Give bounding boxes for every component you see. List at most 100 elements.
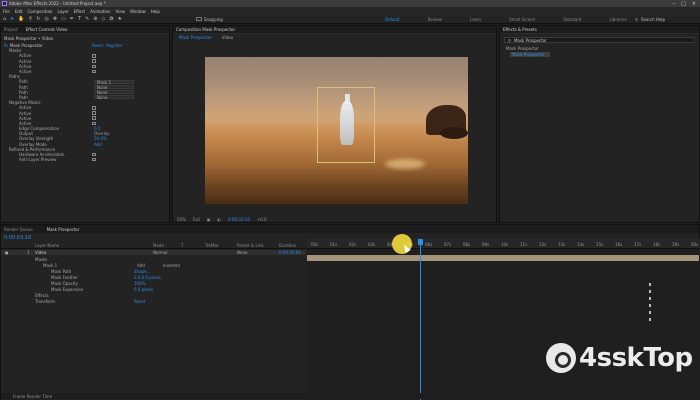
- keyframe-marker[interactable]: [649, 297, 651, 300]
- comp-subtab-video[interactable]: Video: [222, 35, 233, 40]
- workspace-libraries[interactable]: Libraries: [609, 17, 626, 22]
- close-icon[interactable]: ×: [692, 1, 696, 7]
- timeline-property-row[interactable]: Effects: [1, 293, 306, 298]
- rectangle-tool-icon[interactable]: ▭: [61, 16, 66, 22]
- timeline-property-value[interactable]: 0.0 pixels: [134, 287, 153, 292]
- layer-name[interactable]: Video: [35, 250, 46, 255]
- menu-edit[interactable]: Edit: [15, 9, 23, 14]
- col-layer-name[interactable]: Layer Name: [35, 243, 59, 248]
- effect-dropdown[interactable]: None: [94, 95, 134, 100]
- timeline-property-row[interactable]: Masks: [1, 257, 306, 262]
- playhead-line[interactable]: [420, 245, 421, 400]
- brush-tool-icon[interactable]: ✎: [85, 16, 89, 22]
- col-mode[interactable]: Mode: [153, 243, 164, 248]
- maximize-icon[interactable]: □: [681, 1, 686, 7]
- exposure-value[interactable]: +0.0: [257, 217, 267, 222]
- eraser-tool-icon[interactable]: ◇: [101, 16, 105, 22]
- hand-tool-icon[interactable]: ✋: [18, 16, 24, 22]
- timeline-property-row[interactable]: Mask Path Shape...: [1, 269, 306, 274]
- menu-effect[interactable]: Effect: [74, 9, 86, 14]
- menu-window[interactable]: Window: [130, 9, 146, 14]
- timeline-graph[interactable]: 00s01s02s03s04s05s06s07s08s09s10s11s12s1…: [307, 238, 700, 400]
- roto-tool-icon[interactable]: ✿: [109, 16, 113, 22]
- pen-tool-icon[interactable]: ✒: [70, 16, 74, 22]
- timeline-timecode[interactable]: 0:00:03:16: [4, 235, 31, 241]
- workspace-small-screen[interactable]: Small Screen: [509, 17, 535, 22]
- keyframe-marker[interactable]: [649, 304, 651, 307]
- col-duration[interactable]: Duration: [279, 243, 296, 248]
- tab-effects-presets[interactable]: Effects & Presets: [503, 27, 537, 32]
- effect-checkbox[interactable]: [92, 59, 96, 63]
- composition-viewer[interactable]: [205, 57, 468, 204]
- effect-property-row[interactable]: Anti-Layer Preview: [1, 157, 169, 162]
- menu-file[interactable]: File: [3, 9, 10, 14]
- layer-mode[interactable]: Normal: [153, 250, 167, 255]
- layer-duration-bar[interactable]: [307, 255, 699, 261]
- menu-view[interactable]: View: [116, 9, 126, 14]
- workspace-standard[interactable]: Standard: [563, 17, 581, 22]
- timeline-property-row[interactable]: Mask Feather 0.0,0.0 pixels: [1, 275, 306, 280]
- visibility-eye-icon[interactable]: ●: [5, 250, 9, 255]
- selection-tool-icon[interactable]: ➤: [10, 16, 14, 22]
- pan-behind-tool-icon[interactable]: ✥: [53, 16, 57, 22]
- timeline-property-value[interactable]: 0.0,0.0 pixels: [134, 275, 161, 280]
- layer-row[interactable]: ● 1 Video Normal None 0:00:05:00: [1, 250, 306, 255]
- effect-checkbox[interactable]: [92, 157, 96, 162]
- mask-mode[interactable]: Add: [137, 263, 145, 268]
- keyframe-marker[interactable]: [649, 311, 651, 314]
- effect-checkbox[interactable]: [92, 152, 96, 157]
- layer-parent[interactable]: None: [237, 250, 247, 255]
- resolution-select[interactable]: Full: [193, 217, 200, 222]
- col-t[interactable]: T: [181, 243, 183, 248]
- zoom-tool-icon[interactable]: ⚲: [29, 16, 33, 22]
- comp-subtab-mask-prospector[interactable]: Mask Prospector: [179, 35, 212, 40]
- effect-checkbox[interactable]: [92, 69, 96, 74]
- timeline-property-row[interactable]: Mask Opacity 100%: [1, 281, 306, 286]
- layer-duration[interactable]: 0:00:05:00: [279, 250, 301, 255]
- camera-snapshot-icon[interactable]: ▣: [207, 217, 211, 222]
- time-ruler[interactable]: 00s01s02s03s04s05s06s07s08s09s10s11s12s1…: [307, 238, 700, 249]
- menu-help[interactable]: Help: [151, 9, 160, 14]
- comp-timecode[interactable]: 0:00:03:16: [228, 217, 250, 222]
- effect-checkbox[interactable]: [92, 106, 96, 110]
- puppet-tool-icon[interactable]: ★: [118, 16, 122, 22]
- effect-checkbox[interactable]: [92, 64, 96, 69]
- rotate-tool-icon[interactable]: ↻: [36, 16, 40, 22]
- snapping-toggle[interactable]: Snapping: [196, 17, 223, 22]
- menu-layer[interactable]: Layer: [57, 9, 68, 14]
- timeline-property-row[interactable]: Mask 1 Add Inverted: [1, 263, 306, 268]
- col-trkmat[interactable]: TrkMat: [205, 243, 218, 248]
- effect-checkbox[interactable]: [92, 121, 96, 126]
- home-icon[interactable]: ⌂: [3, 16, 6, 22]
- clone-tool-icon[interactable]: ⊕: [93, 16, 97, 22]
- timeline-property-value[interactable]: Shape...: [134, 269, 150, 274]
- timeline-property-row[interactable]: Transform Reset: [1, 299, 306, 304]
- effect-dropdown[interactable]: None: [94, 85, 134, 90]
- tab-timeline[interactable]: Mask Prospector: [47, 227, 80, 232]
- effects-search[interactable]: ⚲ Mask Prospector: [504, 37, 695, 43]
- effect-checkbox[interactable]: [92, 116, 96, 120]
- search-help[interactable]: ⚲ Search Help: [635, 17, 665, 22]
- keyframe-marker[interactable]: [649, 283, 651, 286]
- timeline-property-value[interactable]: 100%: [134, 281, 145, 286]
- col-parent[interactable]: Parent & Link: [237, 243, 264, 248]
- keyframe-marker[interactable]: [649, 318, 651, 321]
- mask-inverted[interactable]: Inverted: [163, 263, 180, 268]
- effect-checkbox[interactable]: [92, 111, 96, 115]
- tab-composition[interactable]: Composition Mask Prospector: [176, 27, 235, 32]
- effect-dropdown[interactable]: None: [94, 90, 134, 95]
- keyframe-marker[interactable]: [649, 290, 651, 293]
- timeline-property-row[interactable]: Mask Expansion 0.0 pixels: [1, 287, 306, 292]
- mask-outline[interactable]: [317, 87, 375, 163]
- timeline-property-value[interactable]: Reset: [134, 299, 145, 304]
- workspace-review[interactable]: Review: [428, 17, 442, 22]
- tree-folder[interactable]: Mask Prospector: [500, 46, 699, 52]
- snapping-checkbox[interactable]: [196, 17, 202, 21]
- type-tool-icon[interactable]: T: [78, 16, 81, 22]
- effect-checkbox[interactable]: [92, 54, 96, 58]
- tab-effect-controls[interactable]: Effect Controls Video: [26, 27, 68, 32]
- zoom-level[interactable]: 50%: [177, 217, 186, 222]
- tab-render-queue[interactable]: Render Queue: [4, 227, 33, 232]
- workspace-default[interactable]: Default: [385, 17, 400, 22]
- menu-animation[interactable]: Animation: [90, 9, 110, 14]
